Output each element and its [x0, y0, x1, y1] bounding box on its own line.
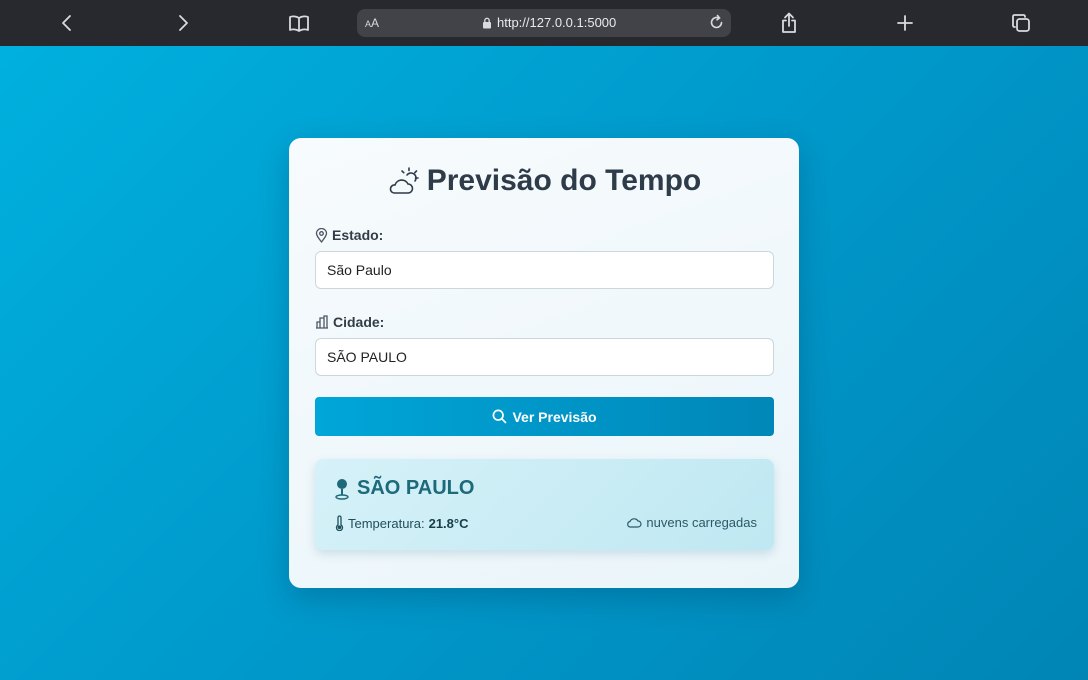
bookmarks-button[interactable] — [284, 8, 314, 38]
result-temperature: Temperatura: 21.8°C — [335, 515, 468, 531]
cidade-label: Cidade: — [315, 314, 384, 330]
reload-button[interactable] — [708, 14, 725, 36]
share-button[interactable] — [774, 8, 804, 38]
estado-label-text: Estado: — [332, 227, 384, 243]
tabs-icon — [1012, 14, 1030, 32]
result-city: SÃO PAULO — [357, 477, 475, 499]
address-bar[interactable]: AA http://127.0.0.1:5000 — [357, 9, 731, 37]
reload-icon — [710, 14, 723, 29]
reader-text-size-button[interactable]: AA — [365, 16, 379, 30]
thermometer-icon — [335, 515, 344, 531]
location-pin-icon — [315, 227, 328, 243]
estado-label: Estado: — [315, 227, 383, 243]
building-icon — [316, 315, 328, 329]
new-tab-button[interactable] — [890, 8, 920, 38]
estado-input-value: São Paulo — [327, 262, 392, 278]
ver-previsao-button[interactable]: Ver Previsão — [315, 397, 774, 436]
result-city-row: SÃO PAULO — [335, 477, 474, 500]
ver-previsao-label: Ver Previsão — [512, 408, 597, 425]
forward-button[interactable] — [168, 8, 198, 38]
estado-input[interactable]: São Paulo — [315, 251, 774, 289]
cidade-label-text: Cidade: — [333, 314, 385, 330]
search-icon — [493, 409, 507, 424]
browser-toolbar: AA http://127.0.0.1:5000 — [0, 0, 1088, 46]
url-text: http://127.0.0.1:5000 — [497, 15, 617, 30]
page-title: Previsão do Tempo — [426, 164, 702, 197]
lock-icon — [483, 17, 491, 28]
weather-icon — [389, 167, 419, 194]
cloud-icon — [627, 518, 642, 528]
back-button[interactable] — [52, 8, 82, 38]
weather-card: Previsão do Tempo Estado: São Paulo Cida… — [289, 138, 799, 588]
weather-description: nuvens carregadas — [646, 515, 757, 530]
map-pin-icon — [335, 478, 349, 500]
new-tab-icon — [897, 15, 913, 31]
back-icon — [62, 15, 71, 31]
page-background: Previsão do Tempo Estado: São Paulo Cida… — [0, 46, 1088, 680]
temperature-label: Temperatura: — [348, 515, 425, 531]
share-icon — [782, 12, 796, 33]
forecast-result: SÃO PAULO Temperatura: 21.8°C nuvens car… — [315, 459, 774, 550]
forward-icon — [179, 15, 188, 31]
bookmarks-icon — [289, 15, 309, 32]
result-description: nuvens carregadas — [626, 515, 757, 530]
tabs-overview-button[interactable] — [1006, 8, 1036, 38]
cidade-input[interactable]: SÃO PAULO — [315, 338, 774, 376]
cidade-input-value: SÃO PAULO — [327, 349, 407, 365]
title-row: Previsão do Tempo — [289, 164, 799, 198]
temperature-value: 21.8°C — [428, 515, 469, 531]
